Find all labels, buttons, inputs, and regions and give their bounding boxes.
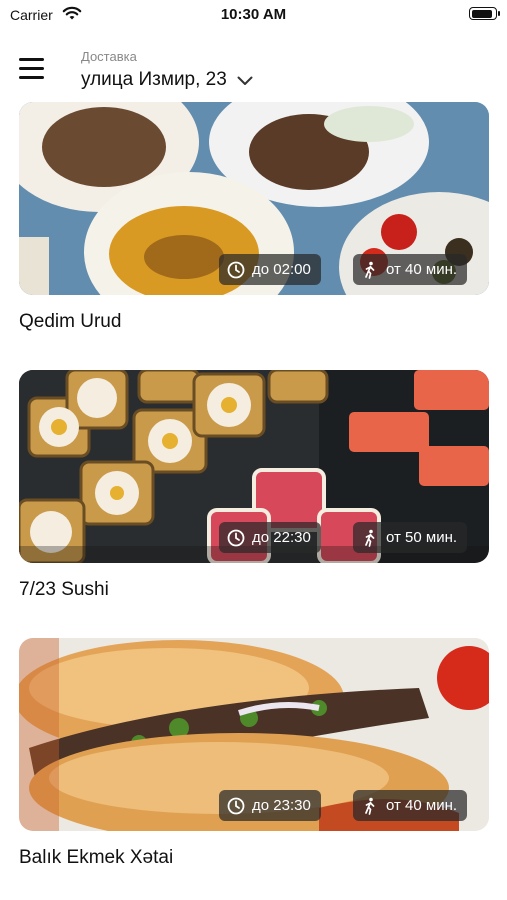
battery-icon xyxy=(469,7,500,20)
hours-badge: до 02:00 xyxy=(219,254,321,285)
walking-person-icon xyxy=(365,529,375,547)
restaurant-name[interactable]: 7/23 Sushi xyxy=(19,579,489,601)
address-selector[interactable]: улица Измир, 23 xyxy=(81,69,253,91)
hours-badge: до 22:30 xyxy=(219,522,321,553)
restaurant-name[interactable]: Qedim Urud xyxy=(19,311,489,333)
walking-person-icon xyxy=(365,797,375,815)
restaurant-image[interactable]: до 23:30 от 40 мин. xyxy=(19,638,489,831)
eta-badge: от 40 мин. xyxy=(353,790,468,821)
eta-badge: от 50 мин. xyxy=(353,522,468,553)
header: Доставка улица Измир, 23 xyxy=(0,30,507,102)
restaurant-image[interactable]: до 22:30 от 50 мин. xyxy=(19,370,489,563)
restaurant-name[interactable]: Balık Ekmek Xətai xyxy=(19,847,489,869)
clock-time: 10:30 AM xyxy=(220,6,287,23)
restaurant-card[interactable]: до 02:00 от 40 мин. Qedim Urud xyxy=(19,102,489,333)
chevron-down-icon xyxy=(237,76,253,85)
clock-icon xyxy=(227,261,245,278)
hours-badge: до 23:30 xyxy=(219,790,321,821)
restaurant-card[interactable]: до 22:30 от 50 мин. 7/23 Sushi xyxy=(19,370,489,601)
delivery-label: Доставка xyxy=(81,49,137,64)
clock-icon xyxy=(227,797,245,814)
eta-badge: от 40 мин. xyxy=(353,254,468,285)
address-text: улица Измир, 23 xyxy=(81,69,227,90)
restaurant-card[interactable]: до 23:30 от 40 мин. Balık Ekmek Xətai xyxy=(19,638,489,869)
walking-person-icon xyxy=(365,261,375,279)
menu-icon[interactable] xyxy=(19,58,44,80)
status-bar: Carrier 10:30 AM xyxy=(0,0,507,30)
clock-icon xyxy=(227,529,245,546)
restaurant-image[interactable]: до 02:00 от 40 мин. xyxy=(19,102,489,295)
